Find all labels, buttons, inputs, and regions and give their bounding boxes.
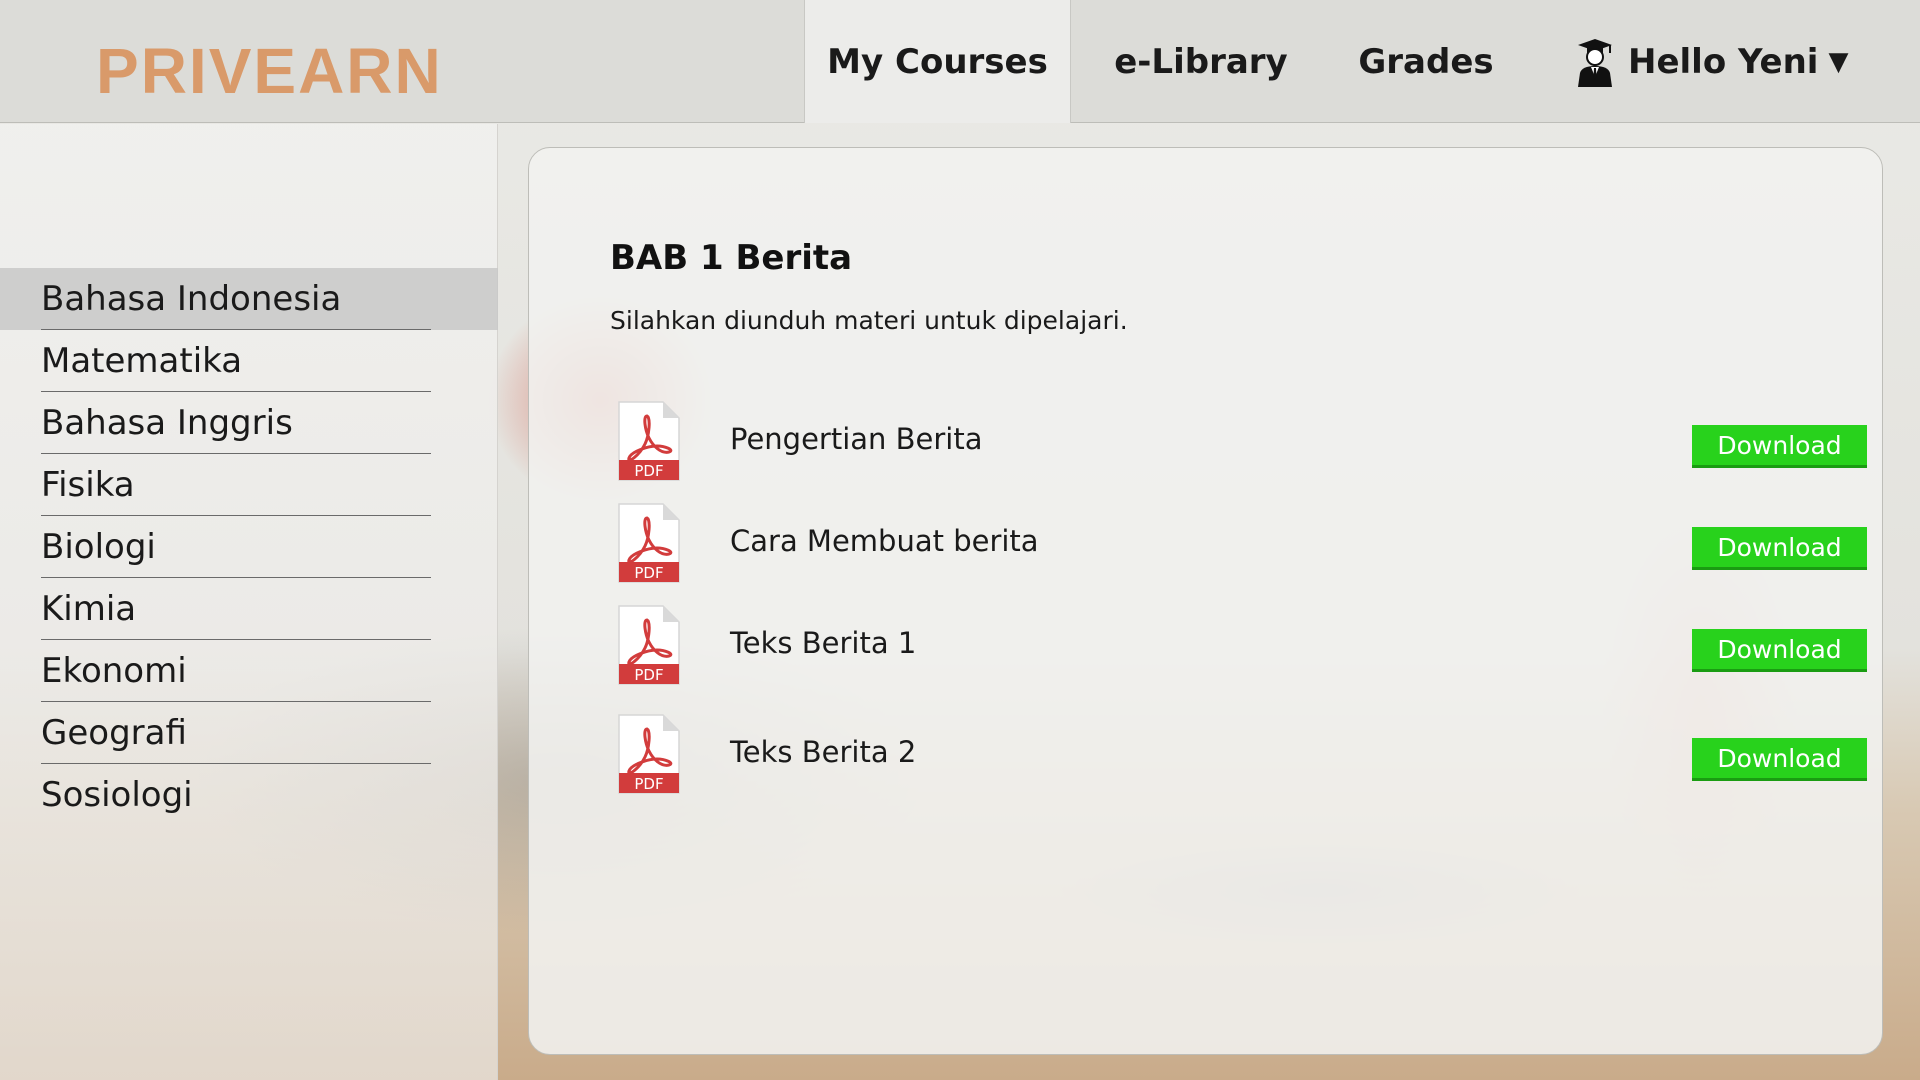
pdf-icon-label: PDF [634, 775, 663, 793]
sidebar-item-matematika[interactable]: Matematika [0, 330, 498, 392]
nav-e-library[interactable]: e-Library [1101, 0, 1301, 123]
sidebar-item-bahasa-inggris[interactable]: Bahasa Inggris [0, 392, 498, 454]
nav-grades-label: Grades [1358, 41, 1494, 82]
course-content-panel: BAB 1 Berita Silahkan diunduh materi unt… [528, 147, 1883, 1055]
chapter-instructions: Silahkan diunduh materi untuk dipelajari… [610, 306, 1128, 335]
file-row: PDF Cara Membuat berita Download [617, 502, 1867, 586]
nav-e-library-label: e-Library [1114, 41, 1288, 82]
nav-my-courses-label: My Courses [827, 41, 1048, 82]
graduate-user-icon [1578, 38, 1612, 87]
chapter-title: BAB 1 Berita [610, 238, 853, 278]
pdf-icon-label: PDF [634, 462, 663, 480]
sidebar-item-ekonomi[interactable]: Ekonomi [0, 640, 498, 702]
user-menu[interactable]: Hello Yeni ▼ [1572, 0, 1862, 123]
download-button[interactable]: Download [1692, 629, 1867, 672]
sidebar: Bahasa Indonesia Matematika Bahasa Inggr… [0, 124, 498, 1080]
file-row: PDF Teks Berita 2 Download [617, 713, 1867, 797]
pdf-icon-label: PDF [634, 666, 663, 684]
download-button[interactable]: Download [1692, 527, 1867, 570]
file-name[interactable]: Teks Berita 1 [730, 626, 916, 660]
pdf-icon: PDF [618, 503, 680, 583]
file-row: PDF Pengertian Berita Download [617, 400, 1867, 484]
caret-down-icon: ▼ [1828, 46, 1849, 77]
pdf-icon-label: PDF [634, 564, 663, 582]
brand-logo[interactable]: PRIVEARN [96, 34, 443, 108]
sidebar-item-sosiologi[interactable]: Sosiologi [0, 764, 498, 826]
sidebar-item-fisika[interactable]: Fisika [0, 454, 498, 516]
pdf-icon: PDF [618, 401, 680, 481]
sidebar-item-biologi[interactable]: Biologi [0, 516, 498, 578]
sidebar-item-bahasa-indonesia[interactable]: Bahasa Indonesia [0, 268, 498, 330]
sidebar-item-geografi[interactable]: Geografi [0, 702, 498, 764]
user-greeting: Hello Yeni [1628, 41, 1819, 82]
download-button[interactable]: Download [1692, 425, 1867, 468]
top-navigation-bar: PRIVEARN My Courses e-Library Grades Hel… [0, 0, 1920, 123]
file-row: PDF Teks Berita 1 Download [617, 604, 1867, 688]
download-button[interactable]: Download [1692, 738, 1867, 781]
file-name[interactable]: Teks Berita 2 [730, 735, 916, 769]
nav-grades[interactable]: Grades [1340, 0, 1512, 123]
pdf-icon: PDF [618, 714, 680, 794]
pdf-icon: PDF [618, 605, 680, 685]
file-name[interactable]: Pengertian Berita [730, 422, 983, 456]
sidebar-item-kimia[interactable]: Kimia [0, 578, 498, 640]
nav-my-courses[interactable]: My Courses [804, 0, 1071, 123]
file-name[interactable]: Cara Membuat berita [730, 524, 1039, 558]
subject-list: Bahasa Indonesia Matematika Bahasa Inggr… [0, 268, 498, 826]
